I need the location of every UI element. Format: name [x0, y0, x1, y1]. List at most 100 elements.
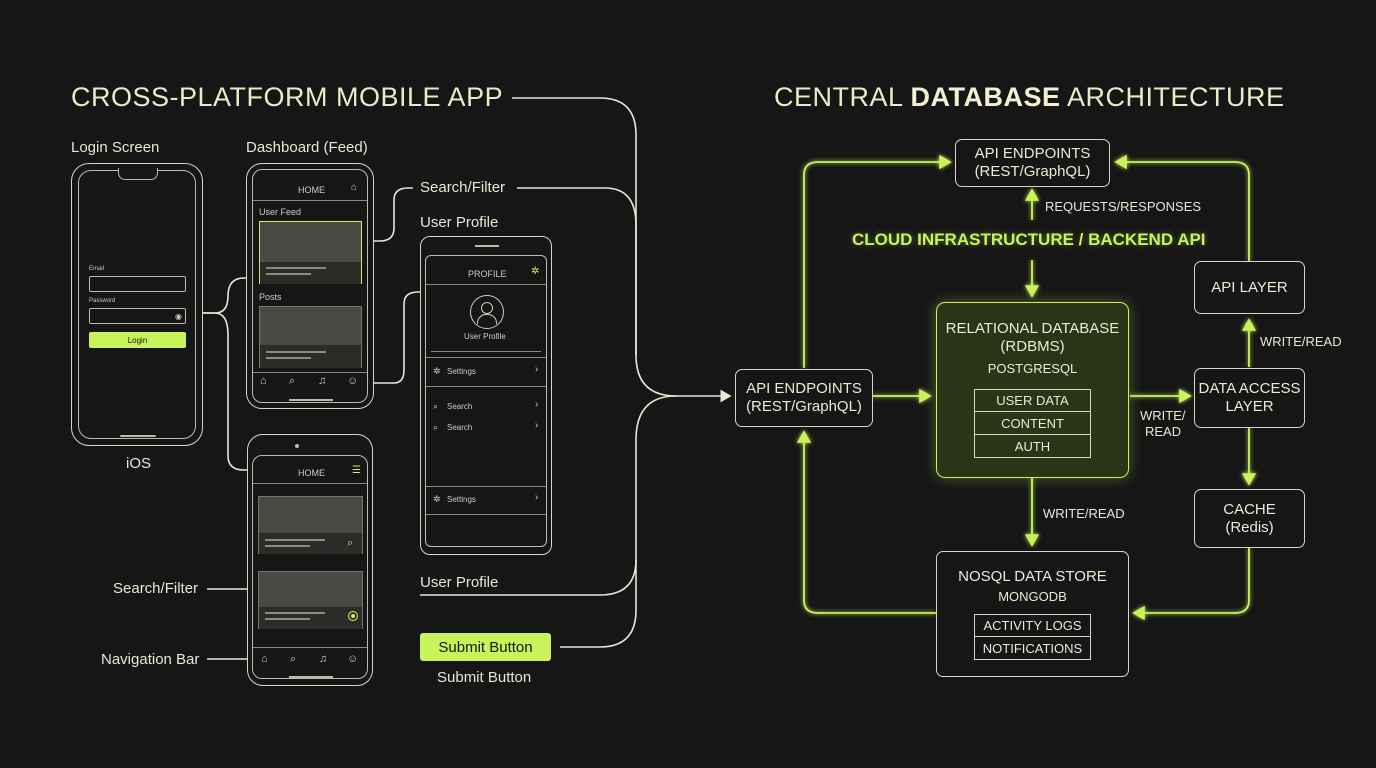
collection-notifications[interactable]: NOTIFICATIONS	[974, 637, 1091, 660]
home-card-1[interactable]: ⌕	[258, 496, 363, 554]
nav-search-icon[interactable]: ⌕	[290, 653, 296, 666]
title-suffix: ARCHITECTURE	[1060, 82, 1285, 112]
box-line: DATA ACCESS	[1198, 380, 1301, 397]
password-field[interactable]: ◉	[89, 308, 186, 324]
box-line: LAYER	[1225, 398, 1274, 415]
home-phone: HOME ☰ ⌕ ⌂ ⌕ ♫ ☺	[247, 434, 373, 686]
diagram-canvas: CROSS-PLATFORM MOBILE APP Login Screen D…	[0, 0, 1376, 768]
nav-bell-icon[interactable]: ♫	[318, 375, 326, 387]
home-header: HOME	[298, 468, 325, 478]
nav-home-icon[interactable]: ⌂	[261, 653, 268, 665]
avatar-label: User Profile	[464, 332, 506, 341]
login-phone-screen	[78, 170, 196, 439]
title-prefix: CENTRAL	[774, 82, 911, 112]
phone-notch	[118, 168, 158, 180]
profile-phone: PROFILE ✲ User Profile ✲ Settings › ⌕ Se…	[420, 236, 552, 555]
left-title: CROSS-PLATFORM MOBILE APP	[71, 82, 504, 112]
profile-menu-search-2[interactable]: ⌕ Search ›	[426, 418, 546, 438]
profile-menu-search-1[interactable]: ⌕ Search ›	[426, 397, 546, 417]
profile-menu-settings[interactable]: ✲ Settings ›	[426, 359, 546, 385]
box-line: API ENDPOINTS	[974, 145, 1091, 162]
box-line: CACHE	[1223, 500, 1276, 518]
camera-dot	[295, 444, 299, 448]
nav-user-icon[interactable]: ☺	[347, 375, 358, 387]
login-phone: Email Password ◉ Login	[71, 163, 203, 446]
box-line: (REST/GraphQL)	[746, 398, 862, 415]
post-card[interactable]	[259, 306, 362, 368]
home-indicator	[289, 399, 333, 401]
box-line: API LAYER	[1211, 278, 1288, 296]
menu-icon[interactable]: ☰	[352, 465, 361, 476]
profile-header: PROFILE	[468, 269, 507, 279]
gear-icon: ✲	[433, 366, 441, 376]
login-button[interactable]: Login	[89, 332, 186, 348]
speaker-slot	[475, 245, 499, 247]
nosql-line1: NOSQL DATA STORE	[958, 568, 1107, 585]
nosql-engine: MONGODB	[998, 589, 1067, 604]
home-icon[interactable]: ⌂	[351, 182, 357, 193]
search-icon[interactable]: ⌕	[347, 537, 353, 550]
relational-database-box[interactable]: RELATIONAL DATABASE (RDBMS) POSTGRESQL U…	[936, 302, 1129, 478]
rdbms-line2: (RDBMS)	[1000, 338, 1065, 355]
status-dot-icon	[348, 611, 358, 621]
password-label: Password	[89, 298, 116, 304]
chevron-right-icon: ›	[535, 399, 539, 410]
write-read-label-mid-2: READ	[1145, 424, 1182, 439]
box-line: (Redis)	[1225, 518, 1274, 536]
box-line: (REST/GraphQL)	[974, 163, 1091, 180]
home-card-2[interactable]	[258, 571, 363, 629]
submit-button[interactable]: Submit Button	[420, 633, 551, 661]
platform-label: iOS	[126, 455, 152, 472]
table-auth[interactable]: AUTH	[974, 435, 1091, 458]
menu-item-label: Settings	[447, 367, 476, 376]
collection-activity-logs[interactable]: ACTIVITY LOGS	[974, 614, 1091, 637]
navigation-bar-callout: Navigation Bar	[101, 651, 200, 668]
home-indicator	[120, 435, 156, 437]
nav-search-icon[interactable]: ⌕	[289, 375, 295, 388]
connector-lines	[203, 97, 1257, 660]
nav-user-icon[interactable]: ☺	[347, 653, 358, 665]
nosql-data-store-box[interactable]: NOSQL DATA STORE MONGODB ACTIVITY LOGS N…	[936, 551, 1129, 677]
menu-item-label: Search	[447, 423, 473, 432]
header-divider	[253, 200, 367, 201]
profile-menu-settings-2[interactable]: ✲ Settings ›	[426, 488, 546, 512]
gear-icon: ✲	[433, 494, 441, 504]
title-bold: DATABASE	[910, 82, 1061, 112]
cloud-infrastructure-label: CLOUD INFRASTRUCTURE / BACKEND API	[852, 230, 1206, 249]
rdbms-engine: POSTGRESQL	[987, 361, 1078, 376]
eye-icon[interactable]: ◉	[175, 312, 182, 321]
dashboard-header: HOME	[298, 185, 325, 195]
table-user-data[interactable]: USER DATA	[974, 389, 1091, 412]
table-content[interactable]: CONTENT	[974, 412, 1091, 435]
email-field[interactable]	[89, 276, 186, 292]
gear-icon[interactable]: ✲	[531, 266, 539, 277]
write-read-label-right: WRITE/READ	[1260, 334, 1342, 349]
dashboard-caption: Dashboard (Feed)	[246, 139, 368, 156]
submit-button-caption: Submit Button	[437, 669, 532, 686]
write-read-label-mid-1: WRITE/	[1140, 408, 1186, 423]
chevron-right-icon: ›	[535, 420, 539, 431]
menu-item-label: Settings	[447, 495, 476, 504]
nav-bell-icon[interactable]: ♫	[319, 653, 327, 665]
user-feed-label: User Feed	[259, 207, 302, 217]
feed-card[interactable]	[259, 221, 362, 284]
avatar	[470, 295, 504, 329]
nav-home-icon[interactable]: ⌂	[260, 375, 267, 387]
data-access-layer-box[interactable]: DATA ACCESS LAYER	[1194, 368, 1305, 428]
menu-item-label: Search	[447, 402, 473, 411]
api-endpoints-top[interactable]: API ENDPOINTS (REST/GraphQL)	[955, 139, 1110, 187]
posts-label: Posts	[259, 292, 282, 302]
requests-responses-label: REQUESTS/RESPONSES	[1045, 199, 1202, 214]
user-profile-caption: User Profile	[420, 214, 499, 231]
chevron-right-icon: ›	[535, 492, 539, 503]
api-endpoints-left[interactable]: API ENDPOINTS (REST/GraphQL)	[735, 369, 873, 427]
home-indicator	[289, 676, 333, 678]
box-line: API ENDPOINTS	[746, 380, 862, 397]
search-filter-callout-left: Search/Filter	[113, 580, 199, 597]
cache-box[interactable]: CACHE (Redis)	[1194, 489, 1305, 548]
api-layer-box[interactable]: API LAYER	[1194, 261, 1305, 314]
rdbms-line1: RELATIONAL DATABASE	[945, 320, 1120, 337]
search-icon: ⌕	[433, 422, 439, 432]
email-label: Email	[89, 266, 105, 272]
write-read-label-bottom: WRITE/READ	[1043, 506, 1125, 521]
